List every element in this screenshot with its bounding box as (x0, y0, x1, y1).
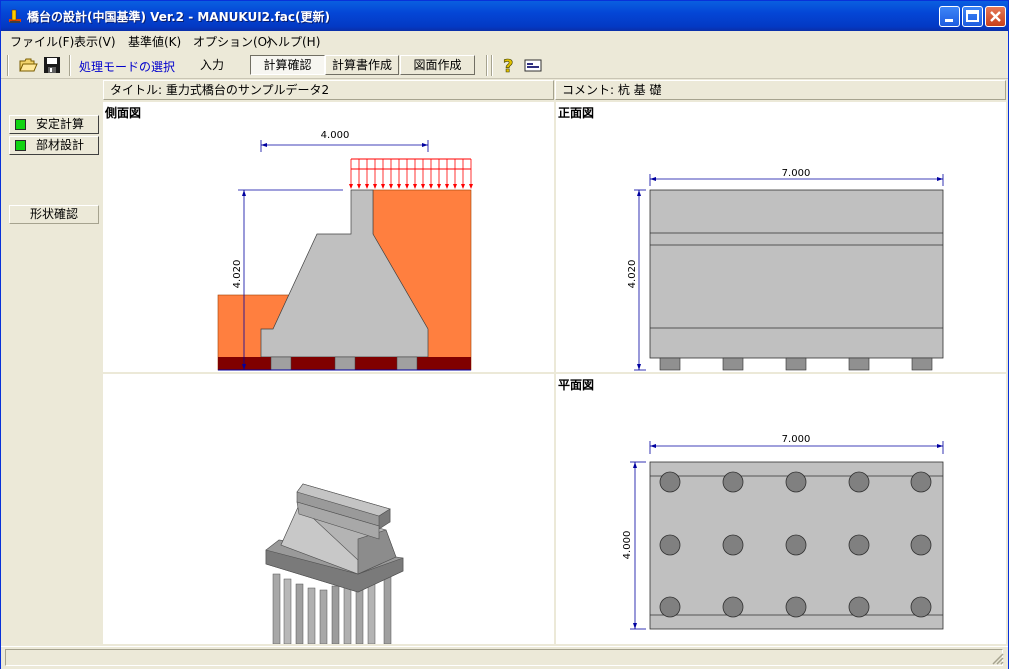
open-folder-icon[interactable] (18, 55, 38, 75)
front-view-drawing: 7.000 4.020 (627, 168, 944, 371)
tab-report[interactable]: 計算書作成 (325, 55, 399, 75)
member-design-label: 部材設計 (36, 138, 85, 152)
plan-width-label: 7.000 (782, 434, 811, 445)
close-icon (990, 11, 1001, 22)
member-design-button[interactable]: 部材設計 (9, 136, 99, 155)
load-arrows (350, 159, 472, 188)
pile-heads (659, 357, 933, 371)
menu-options[interactable]: オプション(O) (193, 33, 272, 50)
minimize-button[interactable] (939, 6, 960, 27)
side-width-label: 4.000 (321, 130, 350, 141)
app-icon (9, 9, 21, 23)
comment-info-bar: コメント: 杭 基 礎 (555, 80, 1006, 100)
front-view-pane: 正面図 7.000 4.020 (556, 102, 1006, 372)
tab-drawing[interactable]: 図面作成 (400, 55, 475, 75)
front-height-label: 4.020 (627, 260, 638, 289)
status-led-icon (15, 119, 26, 130)
shape-check-button[interactable]: 形状確認 (9, 205, 99, 224)
tab-calc-check[interactable]: 計算確認 (250, 55, 325, 75)
stability-calc-button[interactable]: 安定計算 (9, 115, 99, 134)
front-width-label: 7.000 (782, 168, 811, 179)
toolbar-grip (7, 55, 9, 76)
toolbar-separator (69, 55, 71, 76)
side-view-drawing: 4.000 4.020 (217, 130, 473, 371)
menu-standard-values[interactable]: 基準値(K) (128, 33, 181, 50)
front-elevation (649, 189, 944, 359)
status-field (5, 649, 1003, 666)
version-info-icon[interactable] (523, 55, 543, 75)
svg-text:?: ? (503, 56, 513, 75)
menu-file[interactable]: ファイル(F) (10, 33, 74, 50)
resize-grip-icon[interactable] (990, 651, 1004, 665)
stability-calc-label: 安定計算 (36, 117, 85, 131)
perspective-view-pane (103, 374, 554, 644)
tab-input[interactable]: 入力 (175, 55, 249, 75)
help-question-icon[interactable]: ? (499, 55, 519, 75)
plan-view-drawing: 7.000 4.000 (622, 434, 944, 630)
toolbar-separator (491, 55, 493, 76)
processing-mode-label: 処理モードの選択 (79, 60, 176, 74)
window-title: 橋台の設計(中国基準) Ver.2 - MANUKUI2.fac(更新) (27, 10, 330, 24)
close-button[interactable] (985, 6, 1006, 27)
side-view-pane: 側面図 4.000 4.020 (103, 102, 554, 372)
toolbar: 処理モードの選択 入力 計算確認 計算書作成 図面作成 ? (1, 52, 1008, 79)
toolbar-separator (486, 55, 488, 76)
left-panel: 安定計算 部材設計 形状確認 (5, 85, 101, 643)
title-bar: 橋台の設計(中国基準) Ver.2 - MANUKUI2.fac(更新) (1, 1, 1008, 31)
maximize-icon (966, 10, 979, 22)
menu-help[interactable]: ヘルプ(H) (266, 33, 320, 50)
plan-height-label: 4.000 (622, 531, 633, 560)
application-window: 橋台の設計(中国基準) Ver.2 - MANUKUI2.fac(更新) ファイ… (0, 0, 1009, 669)
save-disk-icon[interactable] (42, 55, 62, 75)
minimize-icon (945, 19, 953, 22)
side-width-dimension (260, 140, 429, 152)
side-height-label: 4.020 (232, 260, 243, 289)
status-bar (1, 646, 1008, 669)
plan-view-pane: 平面図 7.000 4.000 (556, 374, 1006, 644)
menu-bar: ファイル(F) 表示(V) 基準値(K) オプション(O) ヘルプ(H) (1, 31, 1008, 50)
perspective-3d-drawing (265, 483, 404, 644)
title-info-bar: タイトル: 重力式橋台のサンプルデータ2 (103, 80, 554, 100)
maximize-button[interactable] (962, 6, 983, 27)
menu-view[interactable]: 表示(V) (74, 33, 116, 50)
status-led-icon (15, 140, 26, 151)
